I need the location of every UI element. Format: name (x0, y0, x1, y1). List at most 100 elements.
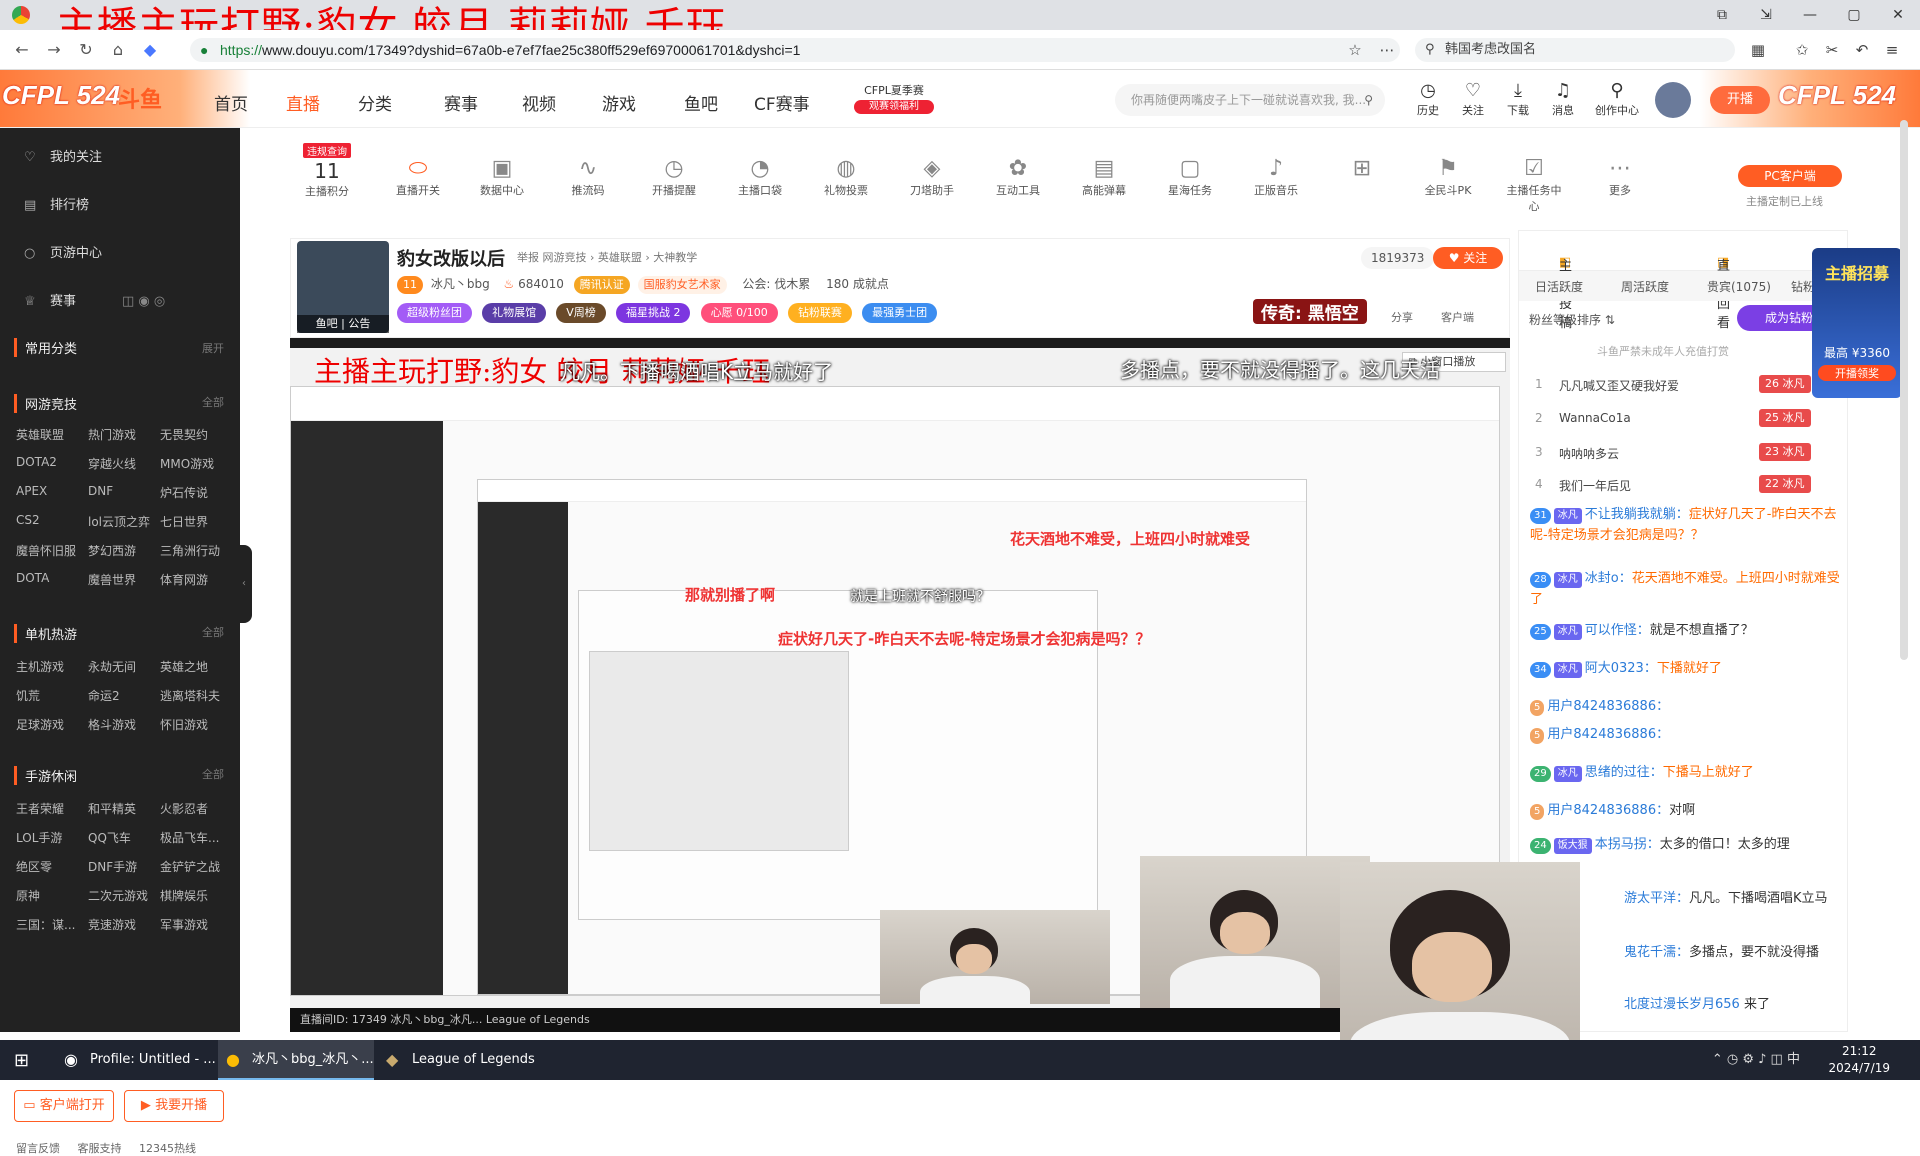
nav-games[interactable]: 游戏 (602, 90, 636, 115)
fan-sort-toggle[interactable]: 粉丝等级排序 ⇅ (1529, 311, 1615, 328)
undo-icon[interactable]: ↶ (1850, 38, 1874, 62)
warrior-badge[interactable]: 最强勇士团 (862, 303, 938, 323)
game-link[interactable]: 金铲铲之战 (160, 858, 232, 875)
sidebar-collapse-handle[interactable]: ‹ (236, 545, 252, 623)
rank-row[interactable]: 1 凡凡喊又歪又硬我好爱 26 冰凡 (1529, 371, 1839, 399)
fan-club-badge[interactable]: 超级粉丝团 (397, 303, 472, 323)
tool-pocket[interactable]: ◔ 主播口袋 (730, 156, 790, 198)
game-link[interactable]: 体育网游 (160, 571, 232, 588)
video-player[interactable]: 主播主玩打野:豹女 皎月 莉莉娅 千珏 ⧉ 小窗口播放 凡凡。下播喝酒唱K立马就… (290, 338, 1510, 1032)
tool-interact[interactable]: ✿ 互动工具 (988, 156, 1048, 198)
chat-user[interactable]: 用户8424836886： (1547, 803, 1669, 818)
wish-badge[interactable]: 心愿 0/100 (700, 303, 778, 323)
chat-user[interactable]: 可以作怪： (1585, 623, 1650, 638)
game-link[interactable]: 英雄联盟 (16, 426, 88, 443)
promo-button[interactable]: 开播领奖 (1818, 365, 1896, 381)
tab-weekly[interactable]: 周活跃度 (1621, 278, 1669, 295)
game-link[interactable]: 火影忍者 (160, 800, 232, 817)
streamer-name[interactable]: 冰凡丶bbg (431, 277, 490, 291)
task-browser[interactable]: ● 冰凡丶bbg_冰凡丶... (218, 1040, 374, 1080)
search-icon[interactable]: ⚲ (1364, 84, 1373, 116)
home-icon[interactable]: ⌂ (106, 38, 130, 62)
game-link[interactable]: 永劫无间 (88, 658, 160, 675)
share-button[interactable]: 分享 (1391, 309, 1413, 325)
gift-hall-badge[interactable]: 礼物展馆 (482, 303, 547, 323)
tab-vip[interactable]: 贵宾(1075) (1707, 278, 1771, 295)
nav-events[interactable]: 赛事 (444, 90, 478, 115)
chat-user[interactable]: 北度过漫长岁月656 (1624, 997, 1740, 1012)
tool-more[interactable]: ⋯ 更多 (1590, 156, 1650, 198)
chat-user[interactable]: 用户8424836886： (1547, 699, 1669, 714)
sidebar-item-webgame[interactable]: ○ 页游中心 (24, 242, 102, 261)
event-logos-icon[interactable]: ◫ ◉ ◎ (122, 294, 165, 309)
game-link[interactable]: 怀旧游戏 (160, 716, 232, 733)
streamer-recruit-promo[interactable]: 主播招募 最高 ¥3360 开播领奖 (1812, 248, 1902, 398)
room-category[interactable]: 举报 网游竞技 › 英雄联盟 › 大神教学 (517, 249, 697, 265)
avatar-caption[interactable]: 鱼吧 | 公告 (297, 315, 389, 333)
weekly-rank-badge[interactable]: V周榜 (556, 303, 606, 323)
maximize-button[interactable]: ▢ (1832, 0, 1876, 30)
page-scrollbar[interactable] (1900, 120, 1908, 660)
game-link[interactable]: 三国：谋... (16, 916, 88, 933)
tool-pk[interactable]: ⚑ 全民斗PK (1418, 156, 1478, 198)
sidebar-item-follow[interactable]: ♡ 我的关注 (24, 146, 102, 165)
game-link[interactable]: 无畏契约 (160, 426, 232, 443)
rank-row[interactable]: 2 WannaCo1a 25 冰凡 (1529, 405, 1839, 433)
sidebar-footer[interactable]: 留言反馈 客服支持 12345热线 (16, 1140, 196, 1156)
nav-category[interactable]: 分类 (358, 90, 392, 115)
reload-icon[interactable]: ↻ (74, 38, 98, 62)
tool-star-task[interactable]: ▢ 星海任务 (1160, 156, 1220, 198)
chat-user[interactable]: 阿大0323： (1585, 661, 1657, 676)
nav-live[interactable]: 直播 (286, 90, 320, 115)
rank-row[interactable]: 3 呐呐呐多云 23 冰凡 (1529, 439, 1839, 467)
game-link[interactable]: 极品飞车... (160, 829, 232, 846)
chat-user[interactable]: 思绪的过往： (1585, 765, 1663, 780)
guild-info[interactable]: 公会: 伐木累 (742, 277, 810, 291)
game-link[interactable]: LOL手游 (16, 829, 88, 846)
rank-row[interactable]: 4 我们一年后见 22 冰凡 (1529, 471, 1839, 495)
lucky-challenge-badge[interactable]: 福星挑战 2 (615, 303, 691, 323)
follow-button[interactable]: ♥ 关注 (1433, 247, 1503, 269)
game-link[interactable]: 穿越火线 (88, 455, 160, 472)
game-link[interactable]: 和平精英 (88, 800, 160, 817)
tool-danmaku[interactable]: ▤ 高能弹幕 (1074, 156, 1134, 198)
favorites-icon[interactable]: ✩ (1790, 38, 1814, 62)
tool-stream-key[interactable]: ∿ 推流码 (558, 156, 618, 198)
go-live-button[interactable]: ▶ 我要开播 (124, 1090, 224, 1122)
game-link[interactable]: DOTA2 (16, 455, 88, 472)
bookmark-star-icon[interactable]: ☆ (1343, 38, 1367, 62)
game-link[interactable]: 主机游戏 (16, 658, 88, 675)
apps-grid-icon[interactable]: ▦ (1746, 38, 1770, 62)
task-lol[interactable]: ◆ League of Legends (378, 1040, 535, 1080)
cfpl-promo-badge[interactable]: CFPL夏季赛 观赛领福利 (854, 84, 934, 118)
game-link[interactable]: 逃离塔科夫 (160, 687, 232, 704)
game-link[interactable]: 绝区零 (16, 858, 88, 875)
tool-gift-vote[interactable]: ◍ 礼物投票 (816, 156, 876, 198)
user-avatar[interactable] (1655, 82, 1691, 118)
chat-user[interactable]: 用户8424836886： (1547, 727, 1669, 742)
chat-user[interactable]: 本拐马拐： (1595, 837, 1660, 852)
game-link[interactable]: 军事游戏 (160, 916, 232, 933)
pc-client-button[interactable]: PC客户端 (1738, 165, 1842, 187)
game-link[interactable]: DOTA (16, 571, 88, 588)
diamond-league-badge[interactable]: 钻粉联赛 (787, 303, 852, 323)
douyu-logo[interactable]: 斗鱼 (118, 82, 198, 116)
sidebar-all-single[interactable]: 全部 (202, 624, 224, 640)
messages-button[interactable]: ♫ 消息 (1545, 80, 1581, 118)
forward-icon[interactable]: → (42, 38, 66, 62)
game-link[interactable]: 七日世界 (160, 513, 232, 530)
tool-music[interactable]: ♪ 正版音乐 (1246, 156, 1306, 198)
game-link[interactable]: 饥荒 (16, 687, 88, 704)
tool-data-center[interactable]: ▣ 数据中心 (472, 156, 532, 198)
game-link[interactable]: CS2 (16, 513, 88, 530)
browser-search-box[interactable]: ⚲ 韩国考虑改国名 (1415, 38, 1735, 62)
game-link[interactable]: 棋牌娱乐 (160, 887, 232, 904)
follow-header-button[interactable]: ♡ 关注 (1455, 80, 1491, 118)
game-link[interactable]: 二次元游戏 (88, 887, 160, 904)
game-link[interactable]: 魔兽怀旧服 (16, 542, 88, 559)
game-link[interactable]: DNF (88, 484, 160, 501)
tool-gift[interactable]: ⊞ (1332, 156, 1392, 182)
chat-user[interactable]: 鬼花千濡： (1624, 945, 1689, 960)
task-obs[interactable]: ◉ Profile: Untitled - ... (56, 1040, 216, 1080)
close-button[interactable]: ✕ (1876, 0, 1920, 30)
